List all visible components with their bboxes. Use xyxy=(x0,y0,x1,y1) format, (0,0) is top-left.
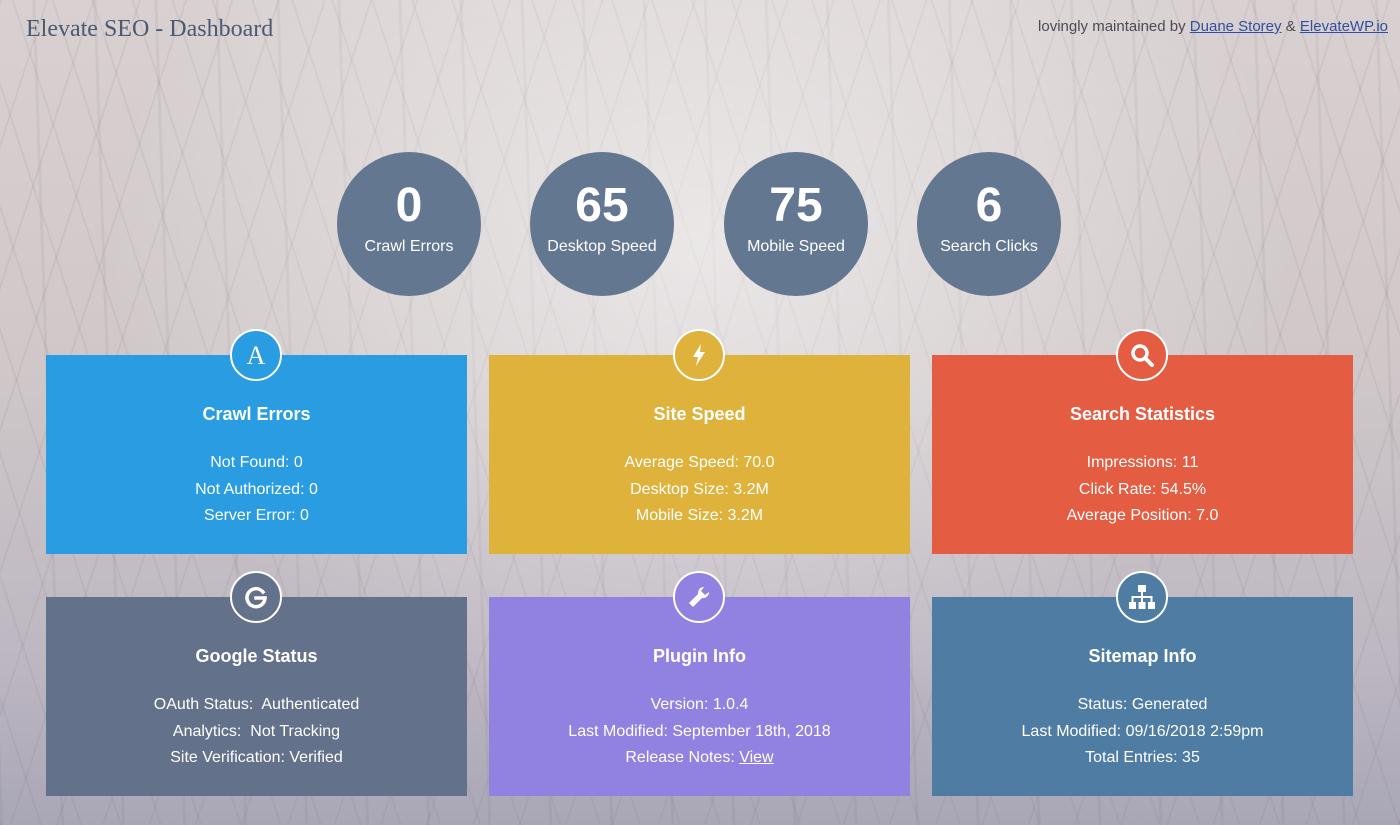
sitemap-info-card: Sitemap Info Status: Generated Last Modi… xyxy=(932,571,1353,796)
analytics-status: Analytics: Not Tracking xyxy=(172,722,341,740)
average-speed-stat: Average Speed: 70.0 xyxy=(624,454,775,471)
stat-mobile-speed: 75 Mobile Speed xyxy=(724,152,868,296)
click-rate-stat: Click Rate: 54.5% xyxy=(1078,480,1207,498)
google-g-icon xyxy=(230,571,282,623)
card-title: Crawl Errors xyxy=(202,404,311,424)
card-title: Plugin Info xyxy=(653,646,746,666)
sitemap-status: Status: Generated xyxy=(1077,696,1208,713)
oauth-status: OAuth Status: Authenticated xyxy=(153,696,360,713)
card-title: Sitemap Info xyxy=(1088,646,1197,666)
impressions-stat: Impressions: 11 xyxy=(1086,454,1199,471)
stat-value: 0 xyxy=(395,179,423,232)
stat-value: 65 xyxy=(575,179,629,232)
stat-value: 6 xyxy=(975,179,1003,232)
credit-prefix: lovingly maintained by xyxy=(1038,18,1186,35)
average-position-stat: Average Position: 7.0 xyxy=(1066,507,1219,524)
mobile-size-stat: Mobile Size: 3.2M xyxy=(635,507,764,524)
site-speed-card: Site Speed Average Speed: 70.0 Desktop S… xyxy=(489,329,910,554)
sitemap-last-modified: Last Modified: 09/16/2018 2:59pm xyxy=(1021,722,1264,740)
plugin-version: Version: 1.0.4 xyxy=(650,696,749,713)
magnifier-icon xyxy=(1116,329,1168,381)
sitemap-total-entries: Total Entries: 35 xyxy=(1085,749,1200,766)
card-title: Search Statistics xyxy=(1069,404,1216,424)
crawl-errors-card: A Crawl Errors Not Found: 0 Not Authoriz… xyxy=(46,329,467,554)
stat-label: Desktop Speed xyxy=(547,238,657,255)
search-statistics-card: Search Statistics Impressions: 11 Click … xyxy=(932,329,1353,554)
desktop-size-stat: Desktop Size: 3.2M xyxy=(630,480,769,498)
credit-separator: & xyxy=(1285,18,1296,35)
plugin-last-modified: Last Modified: September 18th, 2018 xyxy=(568,722,831,740)
plugin-info-card: Plugin Info Version: 1.0.4 Last Modified… xyxy=(489,571,910,796)
app-title: Elevate SEO - Dashboard xyxy=(26,16,274,42)
letter-a-icon: A xyxy=(230,329,282,381)
stat-search-clicks: 6 Search Clicks xyxy=(917,152,1061,296)
stat-label: Search Clicks xyxy=(940,238,1038,255)
site-verification-status: Site Verification: Verified xyxy=(170,749,343,766)
release-notes-label: Release Notes: xyxy=(625,749,735,766)
google-status-card: Google Status OAuth Status: Authenticate… xyxy=(46,571,467,796)
card-title: Site Speed xyxy=(653,404,746,424)
svg-text:A: A xyxy=(247,341,266,370)
stat-label: Mobile Speed xyxy=(747,238,845,255)
lightning-icon xyxy=(673,329,725,381)
stat-crawl-errors: 0 Crawl Errors xyxy=(337,152,481,296)
release-notes: Release Notes: View xyxy=(489,745,910,772)
not-found-stat: Not Found: 0 xyxy=(210,454,303,471)
card-title: Google Status xyxy=(195,646,318,666)
stat-value: 75 xyxy=(769,179,823,232)
credits: lovingly maintained by Duane Storey & El… xyxy=(1038,18,1388,35)
site-link[interactable]: ElevateWP.io xyxy=(1300,18,1388,35)
not-authorized-stat: Not Authorized: 0 xyxy=(195,480,318,498)
author-link[interactable]: Duane Storey xyxy=(1190,18,1282,35)
stat-label: Crawl Errors xyxy=(364,238,454,255)
sitemap-icon xyxy=(1116,571,1168,623)
wrench-icon xyxy=(673,571,725,623)
stat-desktop-speed: 65 Desktop Speed xyxy=(530,152,674,296)
release-notes-link[interactable]: View xyxy=(739,749,773,766)
server-error-stat: Server Error: 0 xyxy=(204,507,309,524)
